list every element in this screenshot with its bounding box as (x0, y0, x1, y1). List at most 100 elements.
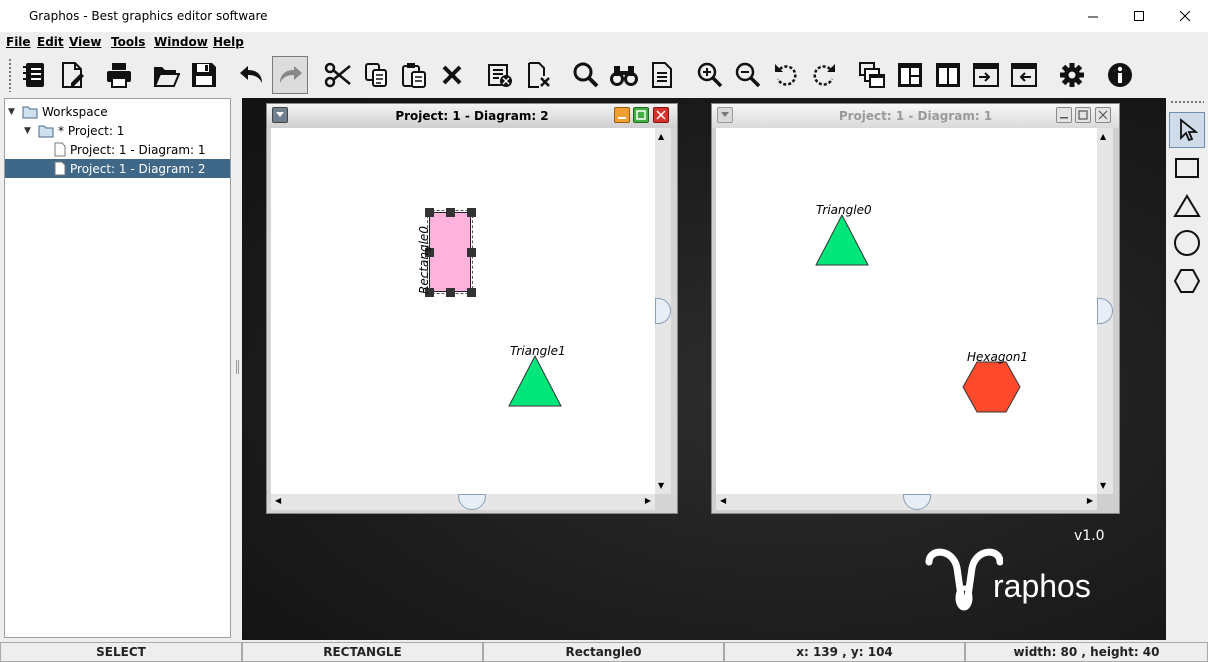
resize-handle[interactable] (446, 208, 455, 217)
vertical-scrollbar[interactable]: ▲ ▼ (1097, 128, 1113, 494)
notebook-icon (23, 63, 44, 87)
close-frame-button[interactable] (653, 107, 669, 123)
redo-button[interactable] (272, 56, 308, 94)
close-diagram-button[interactable] (520, 56, 556, 94)
close-frame-button[interactable] (1095, 107, 1111, 123)
scroll-up-icon[interactable]: ▲ (658, 132, 664, 141)
scroll-down-icon[interactable]: ▼ (1100, 481, 1106, 490)
export-button[interactable] (1006, 56, 1042, 94)
vertical-scrollbar[interactable]: ▲ ▼ (655, 128, 671, 494)
maximize-icon (636, 110, 646, 120)
scroll-up-icon[interactable]: ▲ (1100, 132, 1106, 141)
delete-button[interactable] (434, 56, 470, 94)
copy-button[interactable] (358, 56, 394, 94)
menu-file[interactable]: File (6, 35, 31, 49)
scroll-right-icon[interactable]: ▶ (645, 496, 651, 505)
undo-icon (240, 66, 262, 83)
tree-node-project[interactable]: ▼ * Project: 1 (24, 121, 124, 140)
toolbar-grip[interactable] (8, 58, 12, 92)
notebook-button[interactable] (16, 56, 52, 94)
new-document-button[interactable] (54, 56, 90, 94)
scroll-thumb[interactable] (458, 494, 486, 510)
cut-icon (324, 62, 351, 88)
triangle-shape[interactable] (814, 214, 870, 266)
cascade-button[interactable] (854, 56, 890, 94)
drawing-canvas[interactable]: Rectangle0 Triangle1 (271, 128, 655, 494)
resize-handle[interactable] (446, 288, 455, 297)
resize-handle[interactable] (425, 208, 434, 217)
settings-button[interactable] (1054, 56, 1090, 94)
tile-vertical-button[interactable] (930, 56, 966, 94)
tree-node-diagram-1[interactable]: Project: 1 - Diagram: 1 (54, 140, 230, 159)
resize-handle[interactable] (467, 248, 476, 257)
scroll-right-icon[interactable]: ▶ (1087, 496, 1093, 505)
split-pane-divider[interactable] (232, 98, 242, 638)
scroll-down-icon[interactable]: ▼ (658, 481, 664, 490)
diagram-titlebar[interactable]: Project: 1 - Diagram: 1 (712, 104, 1119, 128)
hexagon-shape[interactable] (962, 360, 1022, 414)
import-icon (973, 63, 999, 87)
close-project-button[interactable] (482, 56, 518, 94)
info-icon (1108, 63, 1132, 87)
search-button[interactable] (568, 56, 604, 94)
diagram-desktop: Project: 1 - Diagram: 2 Rectangle0 Trian… (242, 98, 1166, 640)
settings-icon (1060, 63, 1084, 87)
rotate-right-button[interactable] (806, 56, 842, 94)
import-button[interactable] (968, 56, 1004, 94)
scroll-thumb[interactable] (1097, 298, 1113, 324)
horizontal-scrollbar[interactable]: ◀ ▶ (271, 494, 655, 510)
horizontal-scrollbar[interactable]: ◀ ▶ (716, 494, 1097, 510)
minimize-button[interactable] (1070, 0, 1116, 32)
menu-tools[interactable]: Tools (111, 35, 145, 49)
new-document-icon (62, 62, 84, 88)
close-button[interactable] (1162, 0, 1208, 32)
tree-node-workspace[interactable]: ▼ Workspace (8, 102, 108, 121)
select-tool-button[interactable] (1169, 112, 1205, 148)
menu-edit[interactable]: Edit (37, 35, 64, 49)
cut-button[interactable] (320, 56, 356, 94)
rectangle-tool-button[interactable] (1169, 150, 1205, 186)
iconify-button[interactable] (1056, 107, 1072, 123)
resize-handle[interactable] (467, 208, 476, 217)
hexagon-tool-button[interactable] (1169, 263, 1205, 299)
expand-icon[interactable]: ▼ (8, 107, 18, 117)
maximize-frame-button[interactable] (1075, 107, 1091, 123)
triangle-tool-button[interactable] (1169, 188, 1205, 224)
maximize-frame-button[interactable] (633, 107, 649, 123)
zoom-out-button[interactable] (730, 56, 766, 94)
paste-button[interactable] (396, 56, 432, 94)
circle-tool-button[interactable] (1169, 225, 1205, 261)
rotate-left-button[interactable] (768, 56, 804, 94)
print-button[interactable] (101, 56, 137, 94)
scroll-thumb[interactable] (903, 494, 931, 510)
binoculars-button[interactable] (606, 56, 642, 94)
file-icon (54, 161, 66, 176)
scroll-left-icon[interactable]: ◀ (275, 496, 281, 505)
menu-view[interactable]: View (69, 35, 101, 49)
menu-help[interactable]: Help (213, 35, 244, 49)
window-title: Graphos - Best graphics editor software (29, 9, 268, 23)
expand-icon[interactable]: ▼ (24, 126, 34, 136)
diagram-window-active: Project: 1 - Diagram: 2 Rectangle0 Trian… (266, 103, 678, 514)
scroll-thumb[interactable] (655, 298, 671, 324)
maximize-button[interactable] (1116, 0, 1162, 32)
open-button[interactable] (148, 56, 184, 94)
undo-button[interactable] (234, 56, 270, 94)
tile-horizontal-button[interactable] (892, 56, 928, 94)
tree-node-diagram-2[interactable]: Project: 1 - Diagram: 2 (5, 159, 230, 178)
zoom-in-button[interactable] (692, 56, 728, 94)
info-button[interactable] (1102, 56, 1138, 94)
menu-window[interactable]: Window (154, 35, 208, 49)
redo-icon (280, 66, 302, 83)
diagram-titlebar[interactable]: Project: 1 - Diagram: 2 (267, 104, 677, 128)
triangle-shape[interactable] (507, 355, 563, 407)
drawing-canvas[interactable]: Triangle0 Hexagon1 (716, 128, 1097, 494)
palette-grip[interactable] (1170, 100, 1204, 104)
document-button[interactable] (644, 56, 680, 94)
save-icon (192, 63, 216, 87)
splitter-grip[interactable] (236, 360, 239, 374)
save-button[interactable] (186, 56, 222, 94)
resize-handle[interactable] (467, 288, 476, 297)
scroll-left-icon[interactable]: ◀ (720, 496, 726, 505)
iconify-button[interactable] (614, 107, 630, 123)
